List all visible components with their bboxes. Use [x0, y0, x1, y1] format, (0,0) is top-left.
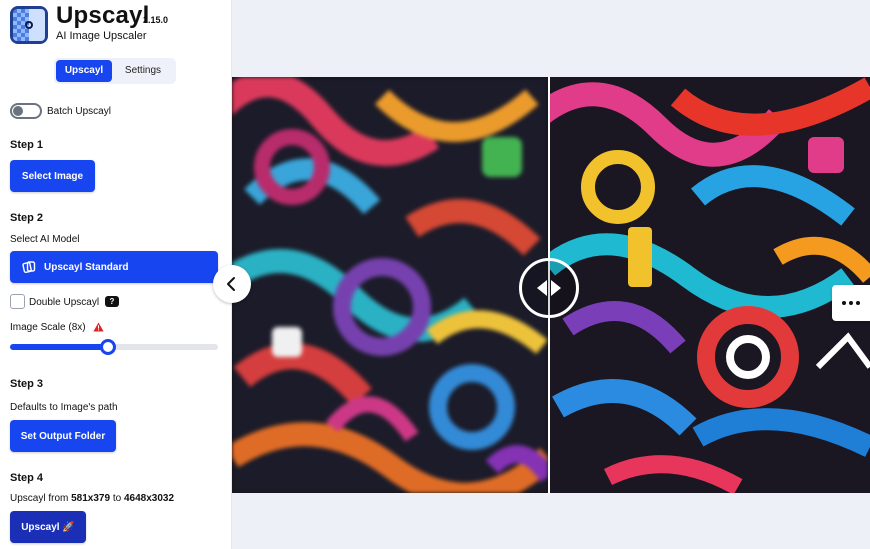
tab-bar: Upscayl Settings [54, 58, 176, 84]
warning-triangle-icon [93, 322, 104, 332]
output-size: 4648x3032 [123, 493, 175, 504]
compare-arrows-icon[interactable] [519, 258, 579, 318]
upscayl-button[interactable]: Upscayl 🚀 [10, 511, 86, 543]
app-title: Upscayl [56, 2, 150, 29]
select-model-label: Select AI Model [10, 234, 80, 245]
batch-upscayl-toggle[interactable] [10, 103, 42, 119]
tab-upscayl[interactable]: Upscayl [56, 60, 112, 82]
help-icon[interactable]: ? [105, 296, 119, 307]
image-scale-thumb[interactable] [99, 339, 116, 355]
double-upscayl-checkbox[interactable] [10, 294, 25, 309]
more-horizontal-icon [842, 301, 846, 305]
upscale-summary: Upscayl from 581x379 to 4648x3032 [10, 493, 174, 504]
app-logo-icon [10, 6, 48, 44]
image-scale-fill [10, 344, 108, 350]
step3-title: Step 3 [10, 378, 44, 390]
collapse-sidebar-button[interactable] [213, 265, 251, 303]
model-icon [22, 261, 36, 274]
step2-title: Step 2 [10, 212, 44, 224]
set-output-folder-button[interactable]: Set Output Folder [10, 420, 116, 452]
step1-title: Step 1 [10, 139, 44, 151]
app-version: 2.15.0 [143, 15, 169, 25]
step4-title: Step 4 [10, 472, 44, 484]
input-size: 581x379 [71, 493, 111, 504]
tab-settings[interactable]: Settings [114, 60, 172, 82]
upscale-summary-to: to [110, 493, 124, 504]
upscaled-image [548, 77, 870, 493]
more-options-button[interactable] [832, 285, 870, 321]
output-path-label: Defaults to Image's path [10, 402, 118, 413]
select-model-button[interactable]: Upscayl Standard [10, 251, 218, 283]
upscale-summary-prefix: Upscayl from [10, 493, 72, 504]
select-image-button[interactable]: Select Image [10, 160, 95, 192]
sidebar: Upscayl 2.15.0 AI Image Upscaler Upscayl… [0, 0, 232, 549]
select-model-label-text: Upscayl Standard [44, 261, 129, 273]
double-upscayl-label: Double Upscayl [29, 297, 100, 308]
app-subtitle: AI Image Upscaler [56, 30, 147, 42]
chevron-left-icon [227, 277, 235, 291]
original-image [232, 77, 548, 493]
image-scale-label: Image Scale (8x) [10, 322, 86, 333]
batch-upscayl-label: Batch Upscayl [47, 106, 111, 117]
